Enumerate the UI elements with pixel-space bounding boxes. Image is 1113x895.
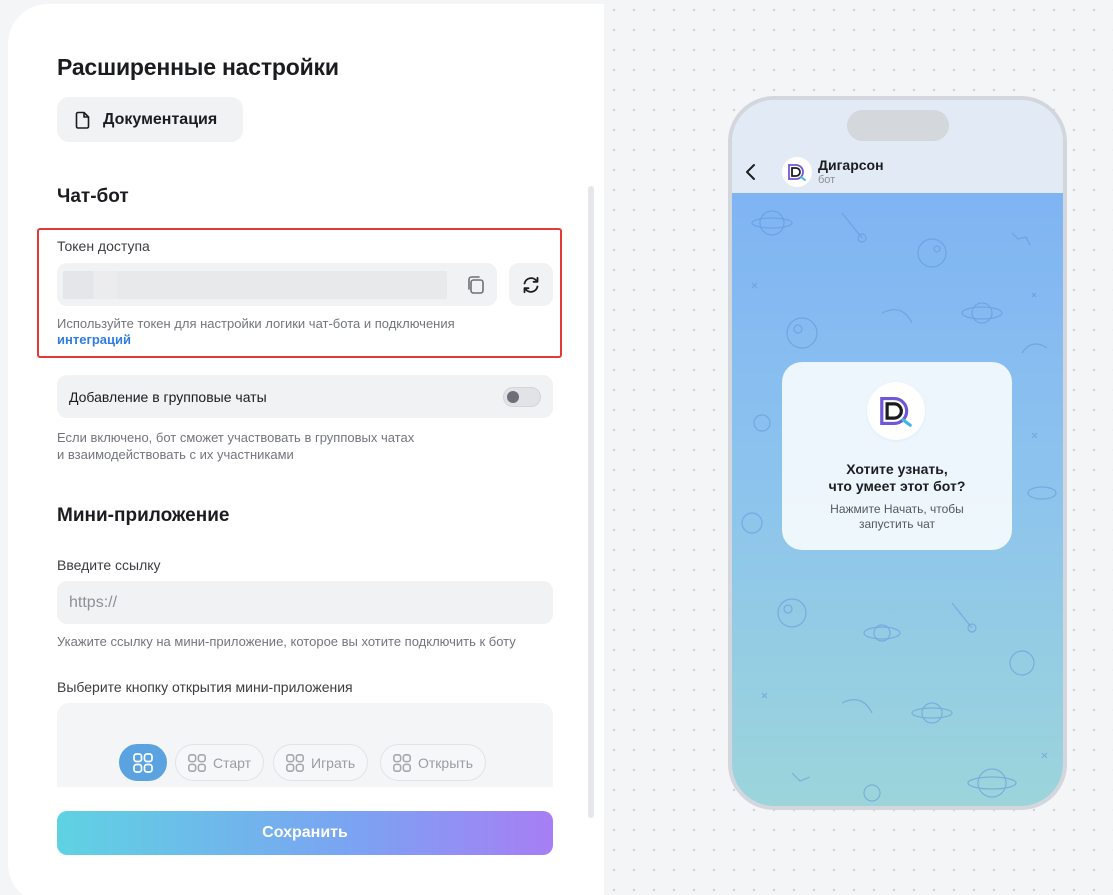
page-title: Расширенные настройки (57, 54, 339, 80)
card-sub-line-1: Нажмите Начать, чтобы (830, 502, 964, 516)
card-logo (867, 382, 925, 440)
url-hint: Укажите ссылку на мини-приложение, котор… (57, 634, 516, 649)
bot-avatar (782, 157, 812, 187)
token-hint: Используйте токен для настройки логики ч… (57, 316, 455, 348)
refresh-icon (523, 276, 539, 293)
back-arrow-icon[interactable] (744, 162, 758, 182)
chatbot-section-title: Чат-бот (57, 186, 129, 207)
phone-notch (847, 110, 949, 141)
mini-app-url-input[interactable] (57, 581, 553, 624)
group-chats-toggle[interactable] (503, 387, 541, 407)
documentation-label: Документация (103, 110, 218, 128)
save-button[interactable]: Сохранить (57, 811, 553, 855)
token-label: Токен доступа (57, 238, 150, 254)
bot-logo-icon (880, 396, 912, 427)
button-option-open-label: Открыть (418, 754, 473, 771)
scrollbar[interactable] (588, 186, 594, 818)
open-button-label: Выберите кнопку открытия мини-приложения (57, 679, 353, 695)
token-field[interactable] (57, 263, 497, 306)
card-subtitle: Нажмите Начать, чтобы запустить чат (782, 502, 1012, 532)
button-option-start[interactable]: Старт (175, 744, 265, 781)
token-value-masked (63, 271, 447, 299)
token-hint-text: Используйте токен для настройки логики ч… (57, 316, 455, 331)
card-title-line-1: Хотите узнать, (846, 461, 948, 477)
grid-icon (393, 753, 411, 772)
card-title-line-2: что умеет этот бот? (828, 478, 966, 494)
mini-app-section-title: Мини-приложение (57, 505, 230, 526)
document-icon (75, 111, 90, 129)
grid-icon (188, 753, 206, 772)
group-chats-label: Добавление в групповые чаты (69, 388, 267, 405)
phone-preview: Дигарсон бот Хотите узнать, что умеет эт… (728, 96, 1067, 810)
card-sub-line-2: запустить чат (859, 517, 935, 531)
regenerate-token-button[interactable] (509, 263, 553, 306)
group-chats-hint: Если включено, бот сможет участвовать в … (57, 429, 414, 463)
bot-name: Дигарсон (818, 157, 884, 173)
button-option-icon[interactable] (119, 744, 167, 781)
button-option-open[interactable]: Открыть (380, 744, 486, 781)
button-option-play[interactable]: Играть (273, 744, 369, 781)
group-chats-row: Добавление в групповые чаты (57, 375, 553, 418)
grid-icon (133, 752, 153, 773)
grid-icon (286, 753, 304, 772)
documentation-button[interactable]: Документация (57, 97, 243, 142)
toggle-knob (507, 391, 519, 403)
card-title: Хотите узнать, что умеет этот бот? (782, 461, 1012, 495)
button-option-play-label: Играть (311, 754, 356, 771)
url-label: Введите ссылку (57, 557, 161, 573)
integrations-link[interactable]: интеграций (57, 332, 131, 347)
group-hint-line-1: Если включено, бот сможет участвовать в … (57, 430, 415, 445)
bot-logo-icon (788, 164, 806, 181)
bot-status: бот (818, 174, 836, 186)
button-option-start-label: Старт (213, 754, 252, 771)
button-picker: Старт Играть Открыть (57, 703, 553, 787)
copy-icon[interactable] (465, 274, 487, 296)
bot-intro-card: Хотите узнать, что умеет этот бот? Нажми… (782, 362, 1012, 550)
group-hint-line-2: и взаимодействовать с их участниками (57, 447, 294, 462)
